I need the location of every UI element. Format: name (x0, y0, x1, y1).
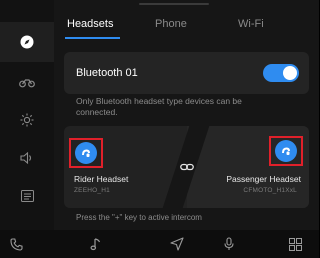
tab-phone[interactable]: Phone (155, 18, 187, 30)
tab-headsets[interactable]: Headsets (67, 18, 113, 30)
music-icon (90, 238, 101, 251)
sidebar-item-brightness[interactable] (0, 100, 54, 140)
headset-icon (75, 142, 97, 164)
tab-wifi[interactable]: Wi-Fi (238, 18, 264, 30)
bottom-nav-bar (0, 230, 319, 258)
sidebar-item-motorcycle[interactable] (0, 62, 54, 102)
tab-bar: Headsets Phone Wi-Fi (54, 0, 319, 40)
intercom-hint: Press the "+" key to active intercom (76, 213, 202, 222)
headset-icon (275, 140, 297, 162)
rider-headset-name: Rider Headset (74, 174, 129, 184)
passenger-headset-id: CFMOTO_H1XxL (243, 187, 297, 194)
rider-headset-id: ZEEHO_H1 (74, 187, 110, 194)
toggle-knob (283, 66, 297, 80)
passenger-headset-button[interactable] (269, 136, 303, 166)
compass-icon (20, 35, 34, 49)
phone-icon (9, 237, 23, 251)
link-icon (176, 156, 198, 178)
passenger-headset-name: Passenger Headset (226, 174, 301, 184)
nav-phone-button[interactable] (4, 234, 28, 254)
sidebar-item-compass[interactable] (0, 22, 54, 62)
nav-apps-button[interactable] (283, 234, 307, 254)
bluetooth-note: Only Bluetooth headset type devices can … (76, 96, 242, 117)
list-icon (20, 190, 34, 202)
navigation-icon (170, 237, 184, 251)
brightness-icon (20, 113, 34, 127)
nav-voice-button[interactable] (217, 234, 241, 254)
active-tab-indicator (65, 37, 120, 39)
bluetooth-toggle[interactable] (263, 64, 299, 82)
microphone-icon (224, 237, 234, 250)
sidebar (0, 0, 54, 230)
bluetooth-label: Bluetooth 01 (76, 67, 138, 79)
rider-headset-button[interactable] (69, 138, 103, 168)
apps-grid-icon (288, 237, 302, 251)
volume-icon (20, 152, 32, 164)
nav-music-button[interactable] (84, 234, 108, 254)
main-panel: Headsets Phone Wi-Fi Bluetooth 01 Only B… (54, 0, 319, 230)
sidebar-item-volume[interactable] (0, 138, 54, 178)
sidebar-item-list[interactable] (0, 176, 54, 216)
drag-handle[interactable] (139, 3, 209, 5)
nav-navigation-button[interactable] (165, 234, 189, 254)
headset-panel: Rider Headset ZEEHO_H1 Passenger Headset… (64, 126, 309, 208)
motorcycle-icon (19, 79, 35, 88)
bluetooth-card: Bluetooth 01 (64, 52, 309, 94)
